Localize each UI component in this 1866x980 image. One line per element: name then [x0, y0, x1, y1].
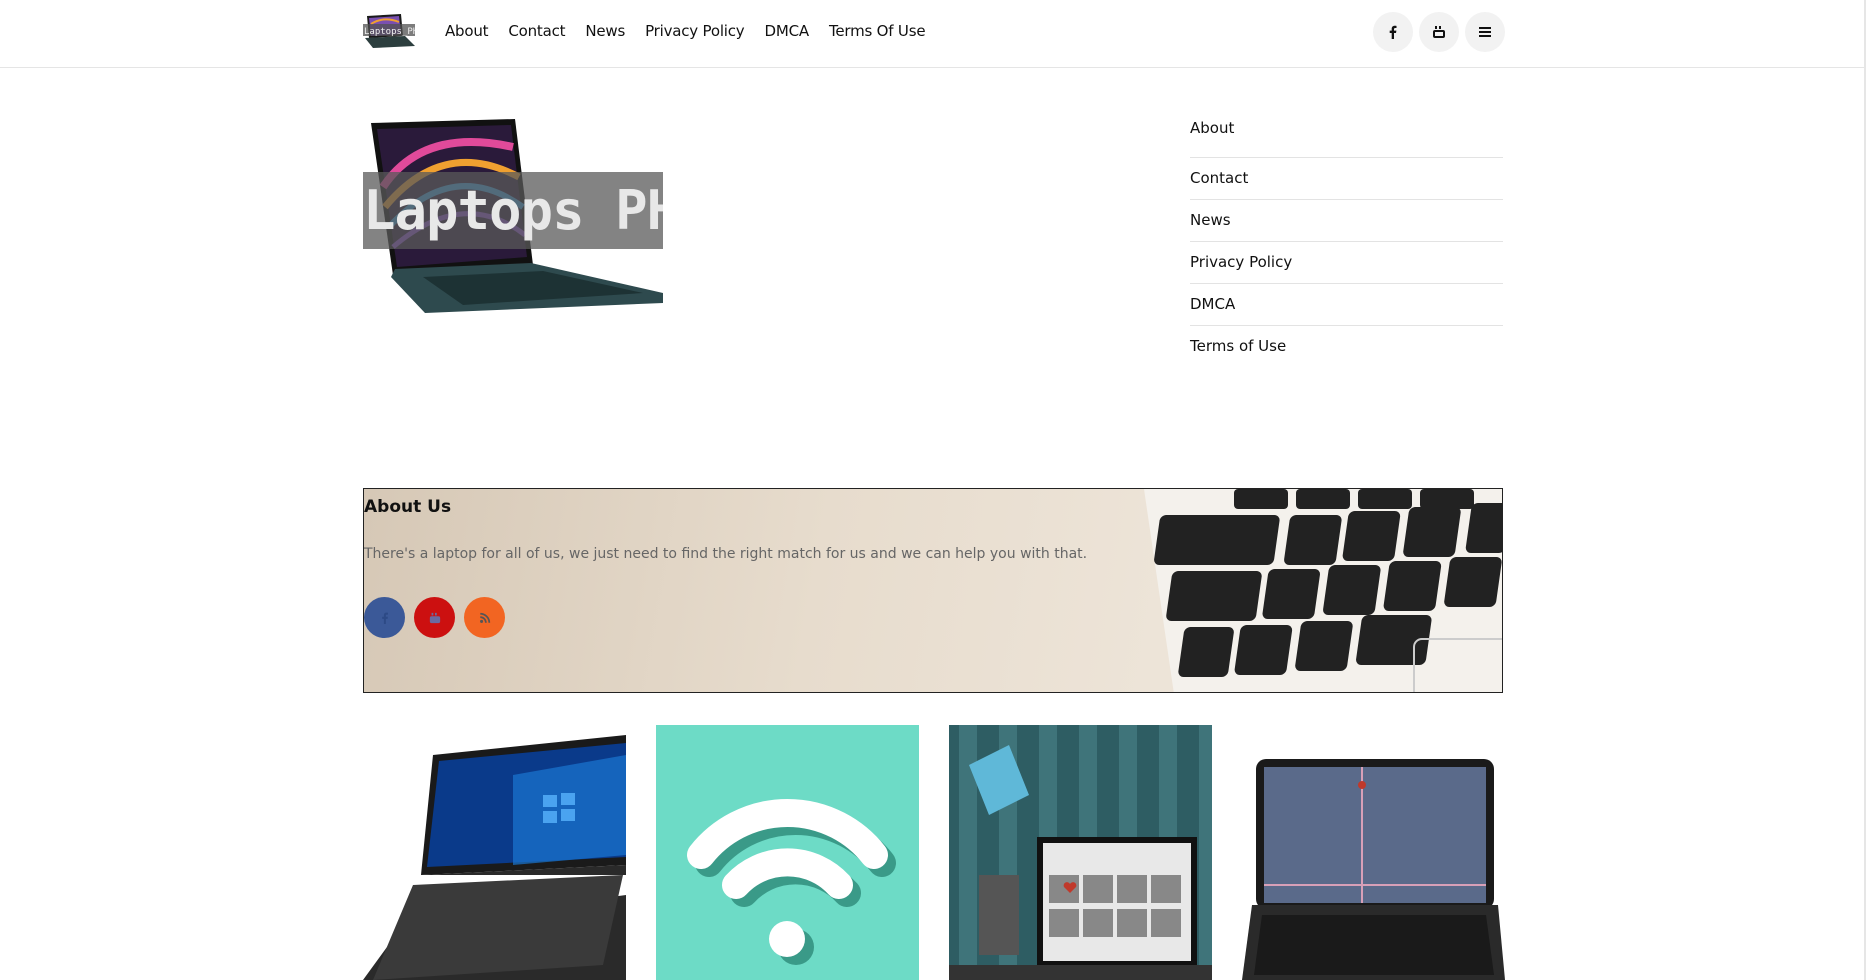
site-header: Laptops_PH About Contact News Privacy Po…	[0, 0, 1864, 68]
youtube-icon	[1433, 26, 1445, 38]
nav-dmca[interactable]: DMCA	[765, 22, 810, 40]
menu-icon	[1479, 27, 1491, 37]
nav-privacy-policy[interactable]: Privacy Policy	[645, 22, 745, 40]
side-menu: About Contact News Privacy Policy DMCA T…	[1190, 116, 1503, 367]
nav-contact[interactable]: Contact	[508, 22, 565, 40]
wifi-image	[656, 725, 919, 980]
post-card-wifi[interactable]	[656, 725, 919, 980]
about-title: About Us	[364, 497, 452, 517]
facebook-icon	[381, 612, 388, 624]
facebook-icon	[1389, 25, 1397, 39]
desk-laptop-image	[949, 725, 1212, 980]
menu-button[interactable]	[1465, 12, 1505, 52]
site-logo[interactable]: Laptops_PH	[363, 14, 415, 48]
header-icons	[1373, 12, 1505, 52]
main-nav: About Contact News Privacy Policy DMCA T…	[445, 22, 926, 40]
side-menu-terms-of-use[interactable]: Terms of Use	[1190, 313, 1503, 367]
post-cards	[363, 725, 1505, 980]
post-card-laptop-windows[interactable]	[363, 725, 626, 980]
windows-laptop-image	[363, 725, 626, 980]
rss-icon	[479, 612, 490, 623]
about-youtube-button[interactable]	[414, 597, 455, 638]
site-logo-text: Laptops_PH	[364, 27, 415, 37]
about-facebook-button[interactable]	[364, 597, 405, 638]
post-card-desk-laptop[interactable]	[949, 725, 1212, 980]
about-description: There's a laptop for all of us, we just …	[364, 546, 1088, 562]
nav-news[interactable]: News	[585, 22, 625, 40]
youtube-icon	[429, 612, 440, 623]
keyboard-background-image	[1144, 489, 1502, 692]
about-socials	[364, 597, 505, 638]
youtube-button[interactable]	[1419, 12, 1459, 52]
nav-about[interactable]: About	[445, 22, 489, 40]
page: Laptops_PH About Contact News Privacy Po…	[0, 0, 1866, 980]
hero-logo-text: Laptops PH	[363, 172, 663, 249]
post-card-chromebook[interactable]	[1242, 725, 1505, 980]
nav-terms-of-use[interactable]: Terms Of Use	[829, 22, 926, 40]
chromebook-image	[1242, 725, 1505, 980]
about-rss-button[interactable]	[464, 597, 505, 638]
facebook-button[interactable]	[1373, 12, 1413, 52]
about-widget: About Us There's a laptop for all of us,…	[363, 488, 1503, 693]
